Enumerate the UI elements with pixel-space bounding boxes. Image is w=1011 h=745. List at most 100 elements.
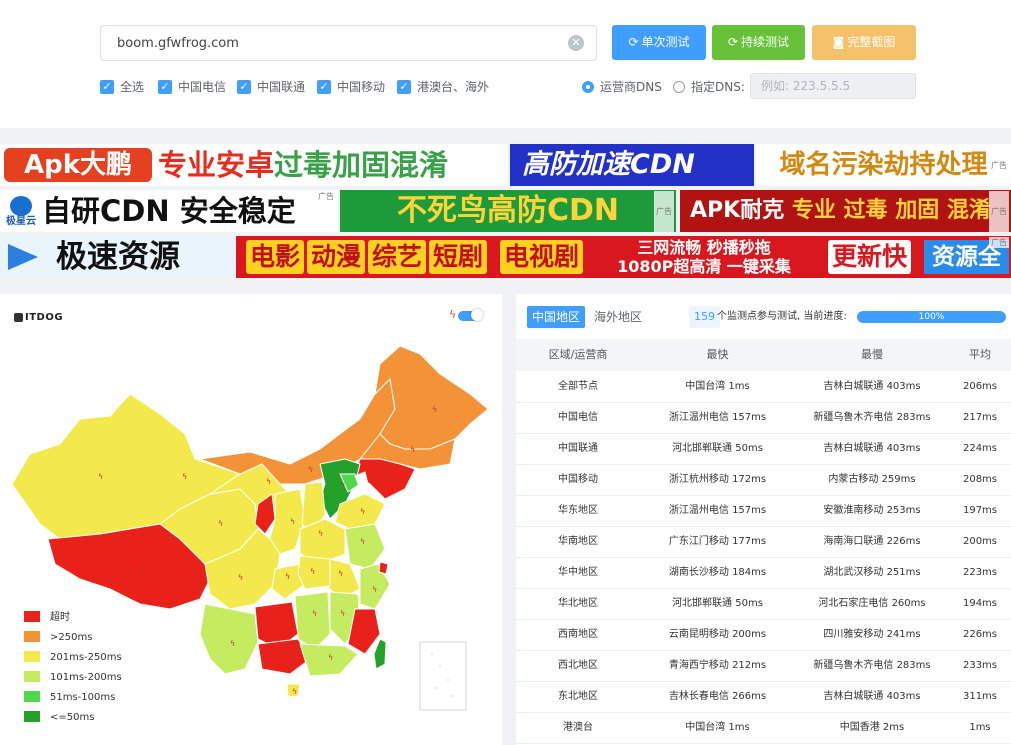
node-marker: ϟ [218,519,223,528]
node-marker: ϟ [312,609,317,618]
ad-banner[interactable]: 不死鸟高防CDN 广告 [340,190,676,232]
ad-banner[interactable]: Apk大鹏 专业安卓过毒加固混淆 [0,144,508,186]
legend-item[interactable]: 超时 [24,610,122,630]
ad-banner[interactable]: APK耐克 专业 过毒 加固 混淆 广告 [680,190,1011,232]
node-marker: ϟ [285,572,290,581]
column-header: 最快 [706,348,729,361]
south-china-sea-inset [419,641,467,711]
refresh-icon: ⟳ [727,35,739,49]
node-marker: ϟ [360,537,365,546]
table-row: 西北地区 青海西宁移动 212ms 新疆乌鲁木齐电信 283ms 233ms [516,651,1011,682]
checkbox-telecom[interactable]: ✓ 中国电信 [158,78,226,96]
node-marker: ϟ [182,472,187,481]
legend-item[interactable]: <=50ms [24,710,122,730]
node-marker: ϟ [268,617,273,626]
check-icon: ✓ [237,79,251,94]
region-yunnan [199,603,259,675]
ad-banner-area: Apk大鹏 专业安卓过毒加固混淆 高防加速CDN 域名污染劫持处理 广告 极星云 … [0,144,1011,278]
column-header: 区域/运营商 [548,348,608,361]
lightning-icon: ϟ [449,308,457,321]
checkbox-mobile[interactable]: ✓ 中国移动 [317,78,385,96]
tab-china[interactable]: 中国地区 [527,306,586,328]
map-toggle-switch[interactable] [458,309,483,321]
node-marker: ϟ [338,569,343,578]
node-marker: ϟ [290,517,295,526]
test-toolbar: ✕ ⟳单次测试 ⟳持续测试 ◙完整截图 ✓全选 ✓中国电信 ✓中国联通 ✓中国移… [0,0,1011,128]
legend-item[interactable]: 51ms-100ms [24,690,122,710]
table-row: 华北地区 河北邯郸联通 50ms 河北石家庄电信 260ms 194ms [516,589,1011,620]
radio-operator-dns[interactable]: 运营商DNS [582,78,662,96]
map-legend: 超时 >250ms 201ms-250ms 101ms-200ms 51ms-1… [24,610,122,730]
radio-custom-dns[interactable]: 指定DNS: [673,78,745,96]
results-table-header: 区域/运营商 最快 最慢 平均 [516,339,1011,371]
column-header: 平均 [969,348,991,361]
check-icon: ✓ [317,79,331,94]
checkbox-select-all[interactable]: ✓ 全选 [100,78,144,96]
check-icon: ✓ [397,79,411,94]
continuous-test-button[interactable]: ⟳ 持续测试 [712,25,805,60]
refresh-icon: ⟳ [628,35,639,49]
region-taiwan [373,638,387,670]
full-screenshot-button[interactable]: ◙ 完整截图 [812,25,916,60]
node-marker: ϟ [308,465,313,474]
table-row: 中国联通 河北邯郸联通 50ms 吉林白城联通 403ms 224ms [516,434,1011,465]
ad-banner[interactable]: 电影 动漫 综艺 短剧 电视剧 三网流畅 秒播秒拖 1080P超高清 一键采集 更… [236,236,1011,278]
legend-item[interactable]: 101ms-200ms [24,670,122,690]
table-row: 中国电信 浙江温州电信 157ms 新疆乌鲁木齐电信 283ms 217ms [516,403,1011,434]
node-marker: ϟ [328,653,333,662]
node-count-badge: 159 [689,306,720,328]
ad-banner[interactable]: 高防加速CDN [510,144,754,186]
check-icon: ✓ [100,79,114,94]
node-marker: ϟ [98,472,103,481]
ad-banner[interactable]: 极速资源 [0,236,236,278]
ad-banner[interactable]: 域名污染劫持处理 广告 [756,144,1011,186]
check-icon: ✓ [158,79,172,94]
results-table-body: 全部节点 中国台湾 1ms 吉林白城联通 403ms 206ms 中国电信 浙江温州电信… [516,372,1011,744]
domain-input[interactable] [100,25,597,61]
results-panel: 中国地区 海外地区 159 个监测点参与测试, 当前进度: 100% 区域/运营… [516,294,1011,745]
node-marker: ϟ [364,623,369,632]
node-marker: ϟ [285,652,290,661]
camera-icon: ◙ [832,35,845,49]
table-row: 东北地区 吉林长春电信 266ms 吉林白城联通 403ms 311ms [516,682,1011,713]
node-marker: ϟ [238,573,243,582]
custom-dns-input[interactable] [750,73,916,99]
table-row: 全部节点 中国台湾 1ms 吉林白城联通 403ms 206ms [516,372,1011,403]
node-marker: ϟ [392,469,397,478]
column-header: 最慢 [861,348,883,361]
latency-map-panel: ITDOG ϟ ϟ ϟ ϟ ϟ ϟ ϟ ϟ ϟ ϟ ϟ ϟ ϟ ϟ ϟ ϟ ϟ … [0,294,502,745]
play-icon [8,244,38,270]
node-marker: ϟ [340,480,345,489]
checkbox-unicom[interactable]: ✓ 中国联通 [237,78,305,96]
legend-item[interactable]: >250ms [24,630,122,650]
progress-label: 个监测点参与测试, 当前进度: [717,311,847,322]
region-shanghai [378,561,389,575]
node-marker: ϟ [310,567,315,576]
checkbox-overseas[interactable]: ✓ 港澳台、海外 [397,78,489,96]
single-test-button[interactable]: ⟳ 单次测试 [612,25,706,60]
itdog-logo: ITDOG [14,312,63,323]
tab-overseas[interactable]: 海外地区 [589,306,647,328]
node-marker: ϟ [292,687,297,696]
node-marker: ϟ [410,445,415,454]
ad-banner[interactable]: 极星云 自研CDN 安全稳定 广告 [0,190,338,232]
node-marker: ϟ [360,507,365,516]
legend-item[interactable]: 201ms-250ms [24,650,122,670]
node-marker: ϟ [230,639,235,648]
dog-icon [14,312,23,322]
node-marker: ϟ [340,609,345,618]
cloud-logo-icon: 极星云 [2,194,40,228]
region-hunan [294,591,331,650]
node-marker: ϟ [266,477,271,486]
progress-fill: 100% [857,311,1006,323]
node-marker: ϟ [140,567,145,576]
circle-x-icon[interactable]: ✕ [568,35,584,51]
table-row: 华东地区 浙江温州电信 157ms 安徽淮南移动 253ms 197ms [516,496,1011,527]
node-marker: ϟ [432,405,437,414]
region-jiangsu [344,523,386,570]
table-row: 华南地区 广东江门移动 177ms 海南海口联通 226ms 200ms [516,527,1011,558]
table-row: 港澳台 中国台湾 1ms 中国香港 2ms 1ms [516,713,1011,744]
table-row: 中国移动 浙江杭州移动 172ms 内蒙古移动 259ms 208ms [516,465,1011,496]
node-marker: ϟ [318,529,323,538]
test-progress-bar: 100% [857,311,1006,323]
